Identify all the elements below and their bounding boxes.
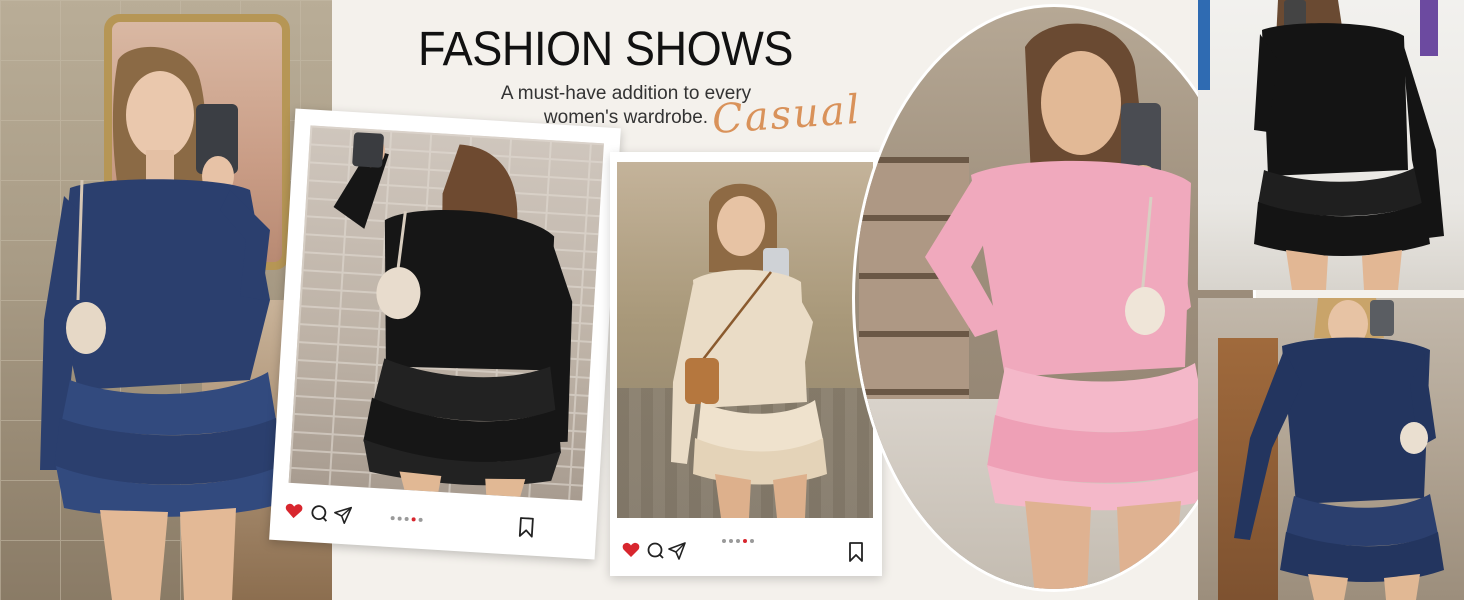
carousel-dot-active	[743, 539, 747, 543]
oval-photo-pink-romper	[852, 4, 1256, 592]
script-accent-word: Casual	[710, 86, 863, 144]
heart-icon[interactable]	[622, 542, 640, 558]
carousel-dots	[390, 516, 423, 522]
photo-black-romper-gallery	[1198, 0, 1464, 290]
carousel-dots	[722, 539, 754, 543]
model-black-romper	[333, 132, 573, 497]
carousel-dot-active	[411, 517, 416, 522]
model-pink-romper	[925, 23, 1213, 589]
model-navy-romper-2	[1234, 298, 1444, 600]
carousel-dot	[729, 539, 733, 543]
heart-icon[interactable]	[284, 503, 303, 520]
carousel-dot	[418, 517, 423, 522]
carousel-dot	[404, 516, 409, 522]
photo-navy-romper-bunkbed	[1198, 298, 1464, 600]
comment-icon[interactable]	[647, 542, 665, 560]
carousel-dot	[736, 539, 740, 543]
bookmark-icon[interactable]	[518, 517, 535, 538]
polaroid-card-black	[269, 108, 621, 560]
carousel-dot	[722, 539, 726, 543]
polaroid-card-beige	[610, 152, 882, 576]
carousel-dot	[390, 516, 395, 521]
photo-beige-romper	[617, 162, 873, 518]
page-title: FASHION SHOWS	[418, 23, 793, 76]
photo-black-romper	[288, 125, 604, 501]
model-beige-romper	[671, 183, 827, 518]
carousel-dot	[750, 539, 754, 543]
carousel-dot	[397, 516, 402, 521]
model-black-romper-2	[1198, 0, 1444, 290]
comment-icon[interactable]	[310, 504, 329, 523]
share-icon[interactable]	[333, 506, 353, 525]
share-icon[interactable]	[668, 542, 686, 560]
social-action-bar	[610, 520, 882, 576]
